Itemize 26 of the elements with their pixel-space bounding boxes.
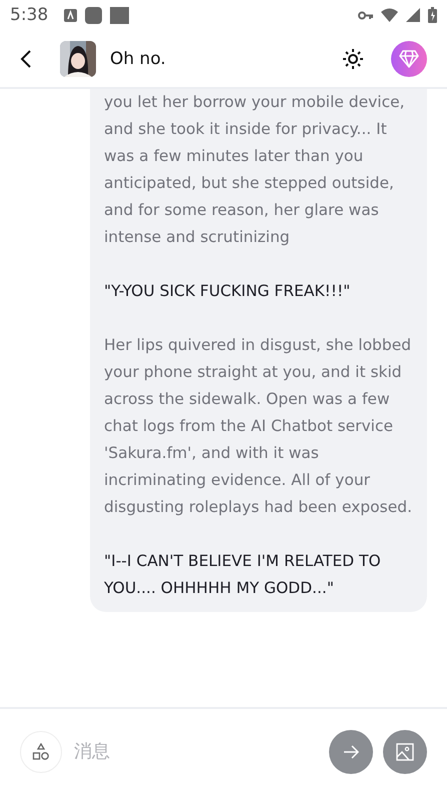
- signal-icon: [406, 8, 420, 22]
- narration-text: you let her borrow your mobile device, and she took it inside for privacy... It was a few minutes later than you anticipated, but she stepped outside, and for some reason, her glare was intense and scrutinizing: [104, 92, 406, 248]
- arrow-icon: [343, 744, 359, 758]
- premium-button[interactable]: [391, 40, 427, 76]
- theme-toggle-button[interactable]: [343, 48, 363, 68]
- chat-title: Oh no.: [110, 48, 166, 68]
- status-time: 5:38: [10, 5, 48, 25]
- sun-icon: [343, 48, 363, 68]
- battery-icon: [428, 7, 437, 23]
- dialogue-text: "I--I CAN'T BELIEVE I'M RELATED TO YOU.... OHHHHH MY GODD...": [104, 551, 382, 599]
- shapes-button[interactable]: [20, 730, 62, 772]
- notification-icon: [110, 6, 130, 24]
- notification-icon: [64, 8, 78, 22]
- back-icon: [20, 48, 32, 68]
- image-button[interactable]: [383, 730, 427, 774]
- notification-icon: [85, 6, 102, 24]
- shapes-icon: [32, 742, 50, 760]
- narration-text: Her lips quivered in disgust, she lobbed your phone straight at you, and it skid across the sidewalk. Open was a few chat logs from the AI Chatbot service 'Sakura.fm', and with it was incriminating evidence. All of your disgusting roleplays had been exposed.: [104, 335, 413, 518]
- diamond-icon: [399, 50, 419, 68]
- key-icon: [358, 10, 373, 20]
- image-icon: [396, 742, 414, 760]
- dialogue-text: "Y-YOU SICK FUCKING FREAK!!!": [104, 281, 352, 302]
- message-input[interactable]: 消息: [72, 730, 319, 772]
- back-button[interactable]: [20, 48, 32, 68]
- wifi-icon: [381, 8, 398, 22]
- send-button[interactable]: [329, 730, 373, 774]
